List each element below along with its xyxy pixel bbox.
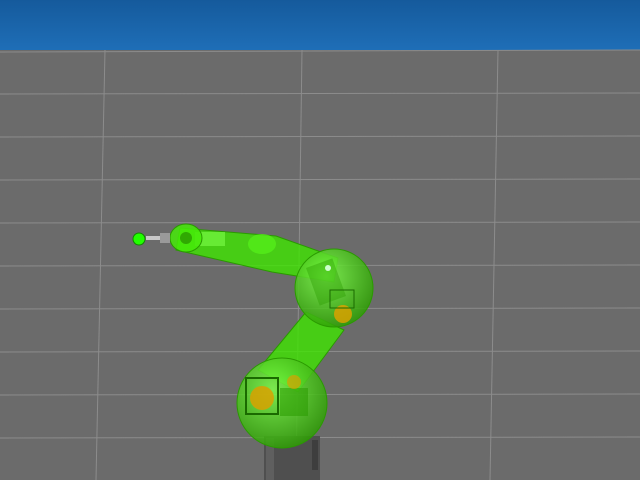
sky-background (0, 0, 640, 52)
3d-scene[interactable] (0, 0, 640, 480)
target-marker-icon[interactable] (132, 232, 146, 246)
elbow-joint (294, 248, 374, 328)
base-joint (236, 357, 328, 449)
simulation-viewport[interactable] (0, 0, 640, 480)
